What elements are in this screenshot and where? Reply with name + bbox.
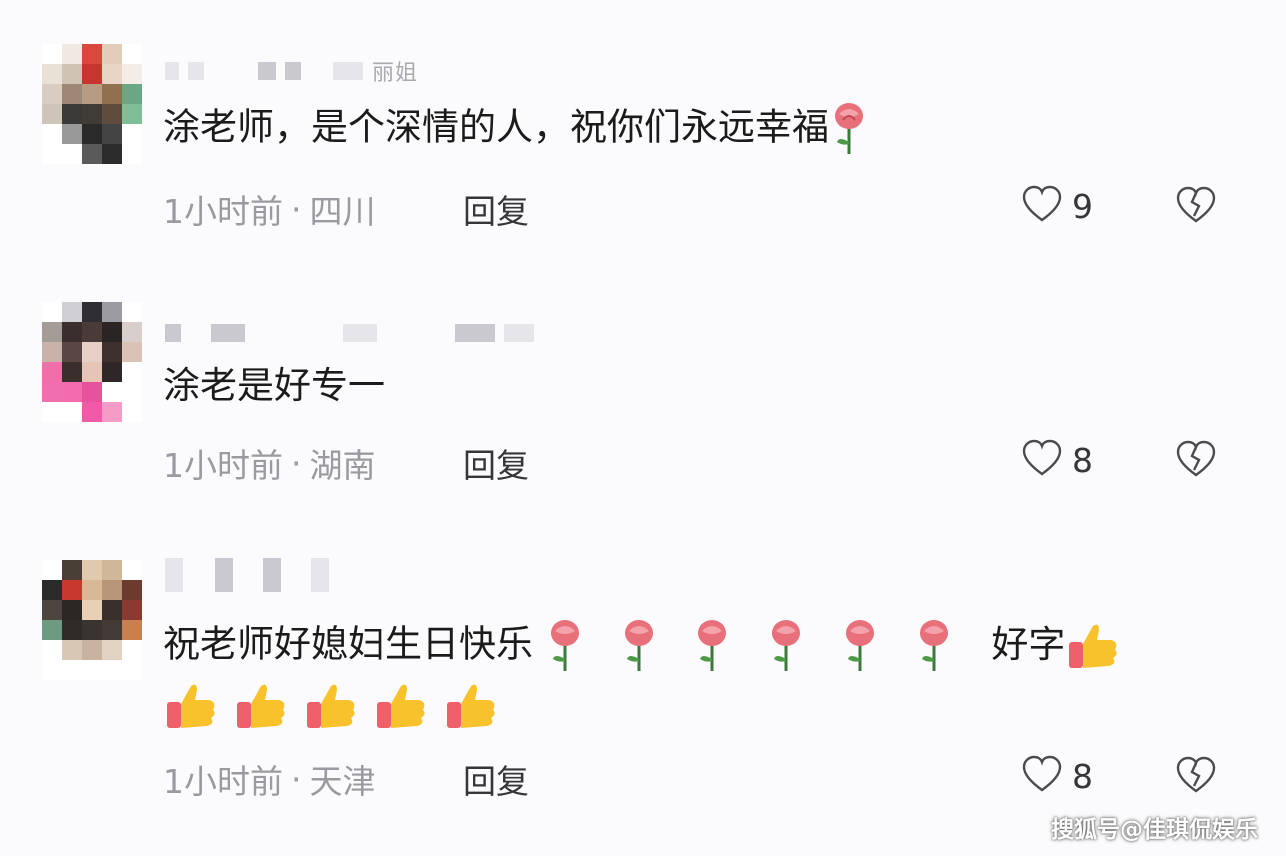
comment-text: 涂老师，是个深情的人，祝你们永远幸福 xyxy=(163,102,869,156)
comment-suffix-text: 好字 xyxy=(991,622,1066,666)
heart-outline-icon xyxy=(1022,185,1062,227)
like-count: 9 xyxy=(1072,186,1093,226)
comment-text: 祝老师好媳妇生日快乐 好字 xyxy=(163,618,1121,674)
meta-separator: · xyxy=(291,189,302,229)
comment-location: 天津 xyxy=(309,762,376,801)
avatar[interactable] xyxy=(42,302,142,422)
broken-heart-icon xyxy=(1176,756,1216,798)
comment-location: 湖南 xyxy=(309,446,376,485)
rose-emoji xyxy=(914,619,954,673)
username-blurred[interactable]: 丽姐 xyxy=(165,60,418,86)
dislike-button[interactable] xyxy=(1176,756,1216,798)
username-blurred[interactable] xyxy=(165,322,543,344)
broken-heart-icon xyxy=(1176,186,1216,228)
rose-emoji xyxy=(766,619,806,673)
rose-emoji xyxy=(840,619,880,673)
like-count: 8 xyxy=(1072,756,1093,796)
comment-meta: 1小时前 · 湖南 xyxy=(163,439,376,487)
thumbs-up-emoji xyxy=(303,678,359,734)
reply-button[interactable]: 回复 xyxy=(463,439,529,487)
heart-outline-icon xyxy=(1022,755,1062,797)
comment-time: 1小时前 xyxy=(163,446,283,485)
avatar[interactable] xyxy=(42,560,142,680)
comment-meta: 1小时前 · 天津 xyxy=(163,755,376,803)
meta-separator: · xyxy=(291,759,302,799)
reply-button[interactable]: 回复 xyxy=(463,755,529,803)
comment-text: 涂老是好专一 xyxy=(163,364,385,407)
rose-emoji xyxy=(829,102,869,156)
emoji-row xyxy=(163,678,499,734)
thumbs-up-emoji xyxy=(373,678,429,734)
username-blurred[interactable] xyxy=(165,558,338,592)
thumbs-up-emoji xyxy=(1065,618,1121,674)
username-tail: 丽姐 xyxy=(372,61,419,86)
dislike-button[interactable] xyxy=(1176,440,1216,482)
thumbs-up-emoji xyxy=(233,678,289,734)
comment-time: 1小时前 xyxy=(163,192,283,231)
meta-separator: · xyxy=(291,443,302,483)
comment-meta: 1小时前 · 四川 xyxy=(163,185,376,233)
reply-button[interactable]: 回复 xyxy=(463,185,529,233)
thumbs-up-emoji xyxy=(163,678,219,734)
like-button[interactable]: 8 xyxy=(1022,439,1093,481)
dislike-button[interactable] xyxy=(1176,186,1216,228)
like-button[interactable]: 9 xyxy=(1022,185,1093,227)
rose-emoji xyxy=(692,619,732,673)
comment-location: 四川 xyxy=(309,192,376,231)
heart-outline-icon xyxy=(1022,439,1062,481)
like-count: 8 xyxy=(1072,440,1093,480)
comment-time: 1小时前 xyxy=(163,762,283,801)
thumbs-up-emoji xyxy=(443,678,499,734)
broken-heart-icon xyxy=(1176,440,1216,482)
watermark: 搜狐号@佳琪侃娱乐 xyxy=(1051,817,1258,843)
rose-emoji xyxy=(619,619,659,673)
rose-emoji xyxy=(545,619,585,673)
avatar[interactable] xyxy=(42,44,142,164)
like-button[interactable]: 8 xyxy=(1022,755,1093,797)
